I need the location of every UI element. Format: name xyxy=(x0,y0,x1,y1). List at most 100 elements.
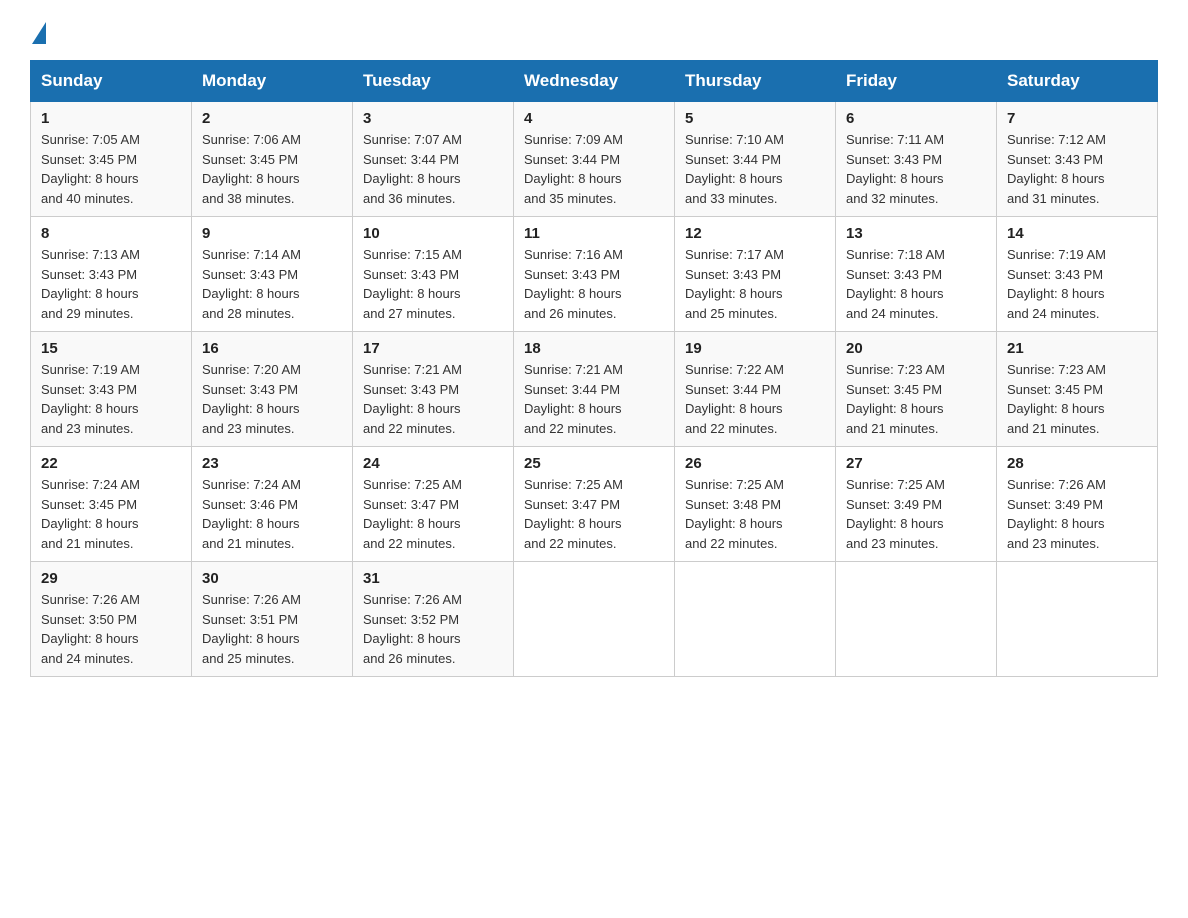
day-info: Sunrise: 7:11 AMSunset: 3:43 PMDaylight:… xyxy=(846,130,986,208)
day-number: 19 xyxy=(685,340,825,357)
day-cell: 18 Sunrise: 7:21 AMSunset: 3:44 PMDayligh… xyxy=(514,332,675,447)
day-info: Sunrise: 7:13 AMSunset: 3:43 PMDaylight:… xyxy=(41,245,181,323)
day-number: 3 xyxy=(363,110,503,127)
day-number: 7 xyxy=(1007,110,1147,127)
day-info: Sunrise: 7:25 AMSunset: 3:48 PMDaylight:… xyxy=(685,475,825,553)
day-cell xyxy=(514,562,675,677)
day-number: 31 xyxy=(363,570,503,587)
day-cell: 9 Sunrise: 7:14 AMSunset: 3:43 PMDaylight… xyxy=(192,217,353,332)
day-cell: 22 Sunrise: 7:24 AMSunset: 3:45 PMDayligh… xyxy=(31,447,192,562)
day-info: Sunrise: 7:07 AMSunset: 3:44 PMDaylight:… xyxy=(363,130,503,208)
day-info: Sunrise: 7:21 AMSunset: 3:44 PMDaylight:… xyxy=(524,360,664,438)
logo xyxy=(30,20,48,42)
day-cell: 15Sunrise: 7:19 AMSunset: 3:43 PMDayligh… xyxy=(31,332,192,447)
day-number: 11 xyxy=(524,225,664,242)
day-number: 18 xyxy=(524,340,664,357)
day-cell: 14 Sunrise: 7:19 AMSunset: 3:43 PMDayligh… xyxy=(997,217,1158,332)
day-info: Sunrise: 7:15 AMSunset: 3:43 PMDaylight:… xyxy=(363,245,503,323)
day-info: Sunrise: 7:09 AMSunset: 3:44 PMDaylight:… xyxy=(524,130,664,208)
day-cell: 12Sunrise: 7:17 AMSunset: 3:43 PMDayligh… xyxy=(675,217,836,332)
page-header xyxy=(30,20,1158,42)
day-number: 4 xyxy=(524,110,664,127)
day-info: Sunrise: 7:26 AMSunset: 3:49 PMDaylight:… xyxy=(1007,475,1147,553)
day-info: Sunrise: 7:12 AMSunset: 3:43 PMDaylight:… xyxy=(1007,130,1147,208)
day-cell: 20 Sunrise: 7:23 AMSunset: 3:45 PMDayligh… xyxy=(836,332,997,447)
day-info: Sunrise: 7:26 AMSunset: 3:51 PMDaylight:… xyxy=(202,590,342,668)
day-cell: 27 Sunrise: 7:25 AMSunset: 3:49 PMDayligh… xyxy=(836,447,997,562)
day-cell: 19 Sunrise: 7:22 AMSunset: 3:44 PMDayligh… xyxy=(675,332,836,447)
day-info: Sunrise: 7:16 AMSunset: 3:43 PMDaylight:… xyxy=(524,245,664,323)
week-row-3: 15Sunrise: 7:19 AMSunset: 3:43 PMDayligh… xyxy=(31,332,1158,447)
day-info: Sunrise: 7:23 AMSunset: 3:45 PMDaylight:… xyxy=(1007,360,1147,438)
day-info: Sunrise: 7:26 AMSunset: 3:52 PMDaylight:… xyxy=(363,590,503,668)
day-number: 20 xyxy=(846,340,986,357)
day-info: Sunrise: 7:14 AMSunset: 3:43 PMDaylight:… xyxy=(202,245,342,323)
day-info: Sunrise: 7:25 AMSunset: 3:49 PMDaylight:… xyxy=(846,475,986,553)
col-header-thursday: Thursday xyxy=(675,61,836,102)
day-cell: 24 Sunrise: 7:25 AMSunset: 3:47 PMDayligh… xyxy=(353,447,514,562)
day-cell xyxy=(997,562,1158,677)
day-info: Sunrise: 7:05 AMSunset: 3:45 PMDaylight:… xyxy=(41,130,181,208)
day-cell: 25Sunrise: 7:25 AMSunset: 3:47 PMDayligh… xyxy=(514,447,675,562)
calendar-table: SundayMondayTuesdayWednesdayThursdayFrid… xyxy=(30,60,1158,677)
day-info: Sunrise: 7:19 AMSunset: 3:43 PMDaylight:… xyxy=(1007,245,1147,323)
day-info: Sunrise: 7:25 AMSunset: 3:47 PMDaylight:… xyxy=(363,475,503,553)
day-number: 22 xyxy=(41,455,181,472)
day-cell: 26Sunrise: 7:25 AMSunset: 3:48 PMDayligh… xyxy=(675,447,836,562)
col-header-saturday: Saturday xyxy=(997,61,1158,102)
day-number: 29 xyxy=(41,570,181,587)
day-cell: 29Sunrise: 7:26 AMSunset: 3:50 PMDayligh… xyxy=(31,562,192,677)
col-header-friday: Friday xyxy=(836,61,997,102)
col-header-sunday: Sunday xyxy=(31,61,192,102)
day-number: 6 xyxy=(846,110,986,127)
day-number: 15 xyxy=(41,340,181,357)
day-cell: 7 Sunrise: 7:12 AMSunset: 3:43 PMDaylight… xyxy=(997,102,1158,217)
day-info: Sunrise: 7:23 AMSunset: 3:45 PMDaylight:… xyxy=(846,360,986,438)
week-row-5: 29Sunrise: 7:26 AMSunset: 3:50 PMDayligh… xyxy=(31,562,1158,677)
day-number: 16 xyxy=(202,340,342,357)
day-cell: 2Sunrise: 7:06 AMSunset: 3:45 PMDaylight… xyxy=(192,102,353,217)
logo-triangle-icon xyxy=(32,22,46,44)
calendar-header-row: SundayMondayTuesdayWednesdayThursdayFrid… xyxy=(31,61,1158,102)
day-cell: 6 Sunrise: 7:11 AMSunset: 3:43 PMDaylight… xyxy=(836,102,997,217)
col-header-monday: Monday xyxy=(192,61,353,102)
col-header-wednesday: Wednesday xyxy=(514,61,675,102)
day-cell: 17 Sunrise: 7:21 AMSunset: 3:43 PMDayligh… xyxy=(353,332,514,447)
day-cell: 31 Sunrise: 7:26 AMSunset: 3:52 PMDayligh… xyxy=(353,562,514,677)
day-info: Sunrise: 7:10 AMSunset: 3:44 PMDaylight:… xyxy=(685,130,825,208)
day-info: Sunrise: 7:18 AMSunset: 3:43 PMDaylight:… xyxy=(846,245,986,323)
day-number: 14 xyxy=(1007,225,1147,242)
day-cell: 28 Sunrise: 7:26 AMSunset: 3:49 PMDayligh… xyxy=(997,447,1158,562)
day-number: 5 xyxy=(685,110,825,127)
day-number: 27 xyxy=(846,455,986,472)
day-cell xyxy=(675,562,836,677)
day-number: 13 xyxy=(846,225,986,242)
day-number: 21 xyxy=(1007,340,1147,357)
day-number: 30 xyxy=(202,570,342,587)
day-cell: 10 Sunrise: 7:15 AMSunset: 3:43 PMDayligh… xyxy=(353,217,514,332)
day-cell: 21 Sunrise: 7:23 AMSunset: 3:45 PMDayligh… xyxy=(997,332,1158,447)
day-info: Sunrise: 7:24 AMSunset: 3:45 PMDaylight:… xyxy=(41,475,181,553)
day-number: 9 xyxy=(202,225,342,242)
day-number: 17 xyxy=(363,340,503,357)
day-cell: 30 Sunrise: 7:26 AMSunset: 3:51 PMDayligh… xyxy=(192,562,353,677)
day-cell: 23Sunrise: 7:24 AMSunset: 3:46 PMDayligh… xyxy=(192,447,353,562)
week-row-4: 22 Sunrise: 7:24 AMSunset: 3:45 PMDayligh… xyxy=(31,447,1158,562)
day-number: 10 xyxy=(363,225,503,242)
day-cell: 4 Sunrise: 7:09 AMSunset: 3:44 PMDaylight… xyxy=(514,102,675,217)
day-info: Sunrise: 7:21 AMSunset: 3:43 PMDaylight:… xyxy=(363,360,503,438)
day-number: 23 xyxy=(202,455,342,472)
day-number: 28 xyxy=(1007,455,1147,472)
day-number: 1 xyxy=(41,110,181,127)
day-cell: 16Sunrise: 7:20 AMSunset: 3:43 PMDayligh… xyxy=(192,332,353,447)
day-cell xyxy=(836,562,997,677)
day-cell: 3 Sunrise: 7:07 AMSunset: 3:44 PMDaylight… xyxy=(353,102,514,217)
day-cell: 1 Sunrise: 7:05 AMSunset: 3:45 PMDaylight… xyxy=(31,102,192,217)
day-info: Sunrise: 7:22 AMSunset: 3:44 PMDaylight:… xyxy=(685,360,825,438)
day-info: Sunrise: 7:17 AMSunset: 3:43 PMDaylight:… xyxy=(685,245,825,323)
day-cell: 8 Sunrise: 7:13 AMSunset: 3:43 PMDaylight… xyxy=(31,217,192,332)
day-number: 8 xyxy=(41,225,181,242)
day-number: 24 xyxy=(363,455,503,472)
col-header-tuesday: Tuesday xyxy=(353,61,514,102)
day-number: 2 xyxy=(202,110,342,127)
